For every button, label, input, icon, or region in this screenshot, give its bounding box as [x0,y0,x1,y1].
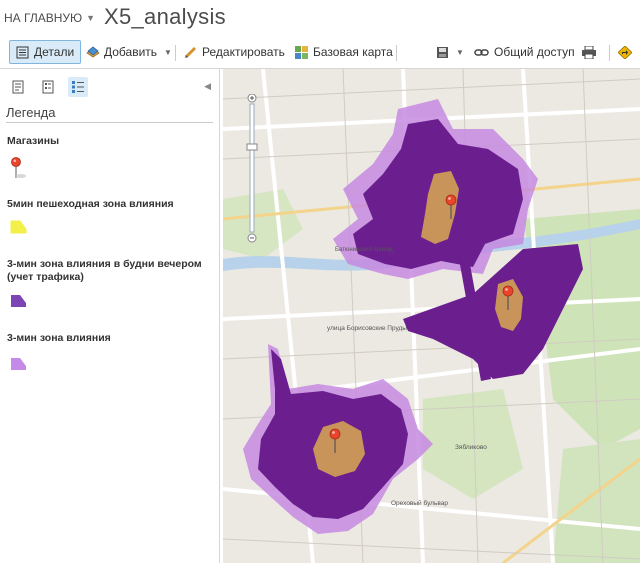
edit-button[interactable]: Редактировать [184,40,285,64]
legend-swatch-3min-zone [11,358,26,370]
legend-swatch-walk-zone [10,220,27,234]
printer-icon [582,45,596,59]
legend-layer-evening-zone: 3-мин зона влияния в будни вечером (учет… [7,258,202,283]
zoom-track[interactable] [249,103,255,233]
page-title: X5_analysis [104,4,226,29]
panel-tabs [8,77,88,97]
street-label: Батюнинский проезд [335,246,393,253]
street-label: улица Борисовские Пруды [327,325,407,332]
pushpin-icon [11,157,26,178]
content-icon [42,80,54,94]
add-label: Добавить [104,45,158,59]
street-label: Ореховый бульвар [391,499,448,507]
details-label: Детали [34,45,75,59]
save-button[interactable]: ▼ [436,40,464,64]
legend-swatch-evening-zone [11,295,26,307]
edit-label: Редактировать [202,45,285,59]
legend-icon [72,81,84,93]
park-area [553,439,640,563]
print-button[interactable] [582,40,596,64]
map-view[interactable]: улица Борисовские Пруды Ореховый бульвар… [223,69,640,563]
toolbar-divider [396,45,397,61]
legend-divider [6,122,213,123]
save-icon [436,46,449,59]
directions-button[interactable] [617,40,633,64]
tab-content[interactable] [38,77,58,97]
tab-about[interactable] [8,77,28,97]
pencil-icon [184,46,197,59]
basemap-label: Базовая карта [313,45,393,59]
basemap-button[interactable]: Базовая карта [295,40,393,64]
legend-title: Легенда [6,105,56,120]
about-icon [12,80,24,94]
legend-layer-3min-zone: 3-мин зона влияния [7,332,111,344]
chevron-down-icon: ▼ [164,47,172,57]
directions-icon [617,44,633,60]
map-canvas[interactable]: улица Борисовские Пруды Ореховый бульвар… [223,69,640,563]
legend-layer-stores: Магазины [7,135,60,147]
top-bar: НА ГЛАВНУЮ ▼ X5_analysis [0,0,640,38]
home-dropdown[interactable]: НА ГЛАВНУЮ ▼ [4,9,95,27]
add-layer-icon [86,45,100,59]
details-icon [16,46,29,59]
home-label: НА ГЛАВНУЮ [4,11,83,25]
legend-panel: ◀ Легенда Магазины 5мин пешеходная зона … [0,69,220,563]
share-label: Общий доступ [494,45,575,59]
tab-legend[interactable] [68,77,88,97]
collapse-panel-icon[interactable]: ◀ [204,81,211,92]
zoom-slider[interactable] [246,94,258,243]
add-button[interactable]: Добавить ▼ [86,40,172,64]
basemap-icon [295,45,308,59]
legend-layer-walk-zone: 5мин пешеходная зона влияния [7,198,174,210]
toolbar-divider [175,45,176,61]
link-icon [474,46,489,59]
chevron-down-icon: ▼ [456,47,464,57]
details-button[interactable]: Детали [9,40,82,64]
zoom-handle[interactable] [246,143,258,151]
toolbar: Детали Добавить ▼ Редактировать Базовая … [0,38,640,69]
chevron-down-icon: ▼ [86,13,96,23]
toolbar-divider [609,45,610,61]
district-label: Зябликово [455,443,487,451]
share-button[interactable]: Общий доступ [474,40,575,64]
